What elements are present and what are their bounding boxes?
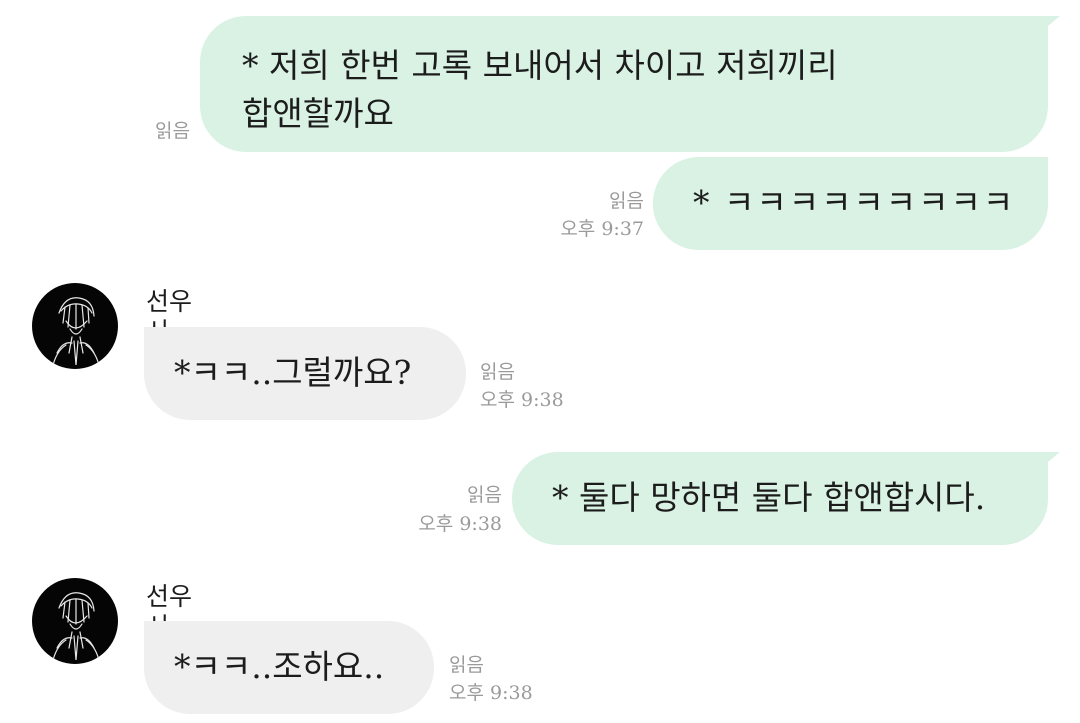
read-receipt: 읽음 [609, 190, 644, 212]
message-timestamp: 오후 9:38 [418, 513, 502, 535]
message-timestamp: 오후 9:37 [560, 218, 644, 240]
message-timestamp: 오후 9:38 [449, 682, 533, 704]
sketch-portrait-avatar-icon [51, 592, 101, 664]
read-receipt: 읽음 [480, 361, 515, 383]
sketch-portrait-avatar-icon [51, 297, 101, 369]
read-receipt: 읽음 [467, 484, 502, 506]
message-bubble-outgoing[interactable]: * 둘다 망하면 둘다 합앤합시다. [512, 452, 1048, 545]
message-bubble-outgoing[interactable]: * ㅋㅋㅋㅋㅋㅋㅋㅋㅋ [653, 157, 1048, 250]
bubble-tail [1048, 16, 1060, 26]
bubble-tail [1048, 452, 1060, 462]
read-receipt: 읽음 [449, 654, 484, 676]
message-timestamp: 오후 9:38 [480, 389, 564, 411]
avatar[interactable] [32, 283, 118, 369]
message-bubble-incoming[interactable]: *ㅋㅋ..그럴까요? [144, 327, 466, 420]
read-receipt: 읽음 [155, 120, 190, 142]
avatar[interactable] [32, 578, 118, 664]
message-bubble-incoming[interactable]: *ㅋㅋ..조하요.. [144, 621, 434, 714]
message-bubble-outgoing[interactable]: * 저희 한번 고록 보내어서 차이고 저희끼리 합앤할까요 [200, 16, 1048, 152]
